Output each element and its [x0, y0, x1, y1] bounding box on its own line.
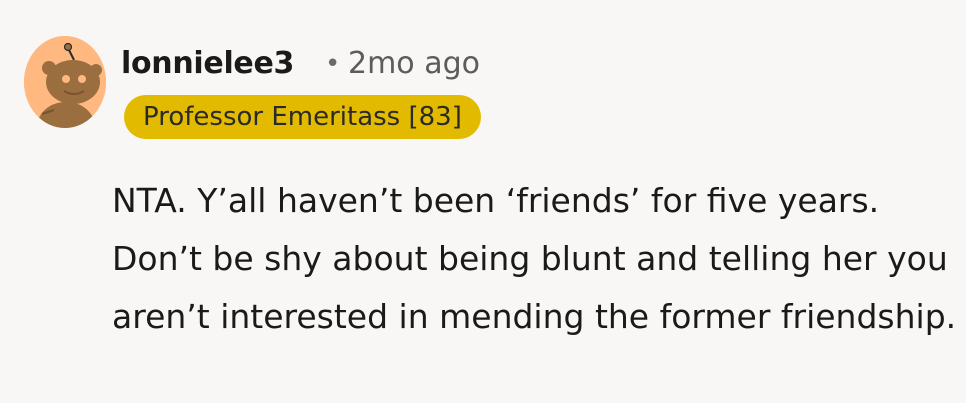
comment-author[interactable]: lonnielee3	[121, 44, 294, 84]
comment-body: NTA. Y’all haven’t been ‘friends’ for fi…	[112, 172, 958, 346]
comment-text: NTA. Y’all haven’t been ‘friends’ for fi…	[112, 181, 957, 336]
comment-timestamp[interactable]: 2mo ago	[348, 44, 480, 84]
user-flair[interactable]: Professor Emeritass [83]	[124, 95, 481, 139]
user-avatar[interactable]	[24, 36, 106, 128]
comment: lonnielee3 • 2mo ago Professor Emeritass…	[0, 0, 966, 403]
snoo-avatar-icon	[24, 36, 106, 128]
meta-separator: •	[325, 49, 341, 79]
